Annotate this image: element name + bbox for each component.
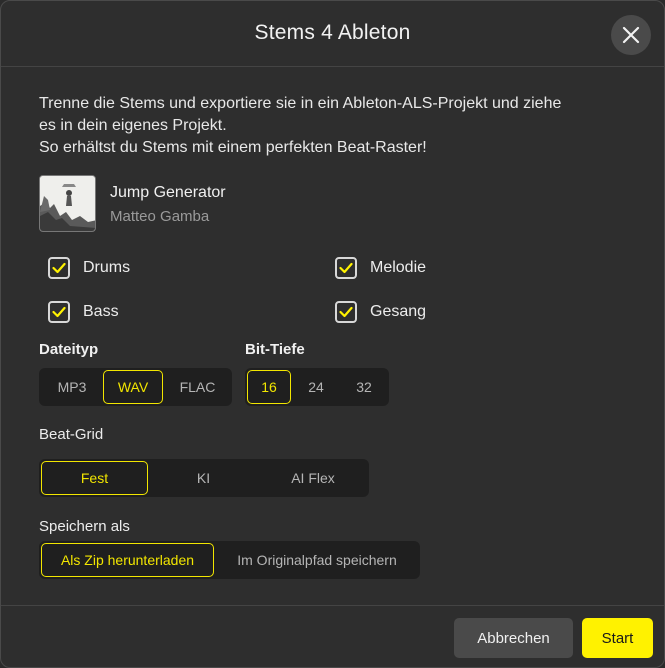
stem-checkbox-drums[interactable]: Drums: [48, 256, 130, 280]
bitdepth-label: Bit-Tiefe: [245, 341, 305, 358]
close-button[interactable]: [611, 15, 651, 55]
bitdepth-option-24[interactable]: 24: [293, 370, 339, 404]
saveas-option-original-path[interactable]: Im Originalpfad speichern: [216, 543, 418, 577]
intro-line: So erhältst du Stems mit einem perfekten…: [39, 139, 427, 156]
beatgrid-option-ki[interactable]: KI: [150, 461, 257, 495]
bitdepth-option-16[interactable]: 16: [247, 370, 291, 404]
dialog-header: Stems 4 Ableton: [1, 1, 664, 67]
saveas-option-zip[interactable]: Als Zip herunterladen: [41, 543, 214, 577]
checkbox-label: Drums: [83, 259, 131, 276]
track-artist: Matteo Gamba: [110, 208, 210, 225]
saveas-selector: Als Zip herunterladen Im Originalpfad sp…: [39, 541, 420, 579]
checkbox[interactable]: [48, 301, 70, 323]
filetype-option-wav[interactable]: WAV: [103, 370, 163, 404]
checkbox[interactable]: [335, 301, 357, 323]
intro-line: es in dein eigenes Projekt.: [39, 117, 227, 134]
checkbox-label: Bass: [83, 303, 119, 320]
saveas-label: Speichern als: [39, 518, 130, 535]
intro-line: Trenne die Stems und exportiere sie in e…: [39, 95, 562, 112]
track-title: Jump Generator: [110, 184, 226, 201]
beatgrid-option-fest[interactable]: Fest: [41, 461, 148, 495]
checkbox-label: Melodie: [370, 259, 427, 276]
filetype-option-mp3[interactable]: MP3: [41, 370, 103, 404]
checkbox[interactable]: [48, 257, 70, 279]
stem-checkbox-gesang[interactable]: Gesang: [335, 300, 426, 324]
stems-dialog: Stems 4 Ableton Trenne die Stems und exp…: [0, 0, 665, 668]
close-icon: [622, 26, 640, 44]
beatgrid-option-ai-flex[interactable]: AI Flex: [259, 461, 367, 495]
bitdepth-selector: 16 24 32: [245, 368, 389, 406]
dialog-title: Stems 4 Ableton: [254, 21, 411, 44]
filetype-selector: MP3 WAV FLAC: [39, 368, 232, 406]
cancel-button[interactable]: Abbrechen: [454, 618, 573, 658]
stem-checkbox-melodie[interactable]: Melodie: [335, 256, 426, 280]
beatgrid-label: Beat-Grid: [39, 426, 104, 443]
checkmark-icon: [339, 262, 353, 274]
checkmark-icon: [52, 262, 66, 274]
filetype-option-flac[interactable]: FLAC: [165, 370, 230, 404]
bitdepth-option-32[interactable]: 32: [341, 370, 387, 404]
checkmark-icon: [339, 306, 353, 318]
checkbox-label: Gesang: [370, 303, 427, 320]
start-button[interactable]: Start: [582, 618, 653, 658]
checkbox[interactable]: [335, 257, 357, 279]
checkmark-icon: [52, 306, 66, 318]
album-cover: [39, 175, 96, 232]
filetype-label: Dateityp: [39, 341, 99, 358]
dialog-footer: Abbrechen Start: [1, 605, 664, 667]
beatgrid-selector: Fest KI AI Flex: [39, 459, 369, 497]
intro-text: Trenne die Stems und exportiere sie in e…: [39, 93, 629, 159]
stem-checkbox-bass[interactable]: Bass: [48, 300, 119, 324]
